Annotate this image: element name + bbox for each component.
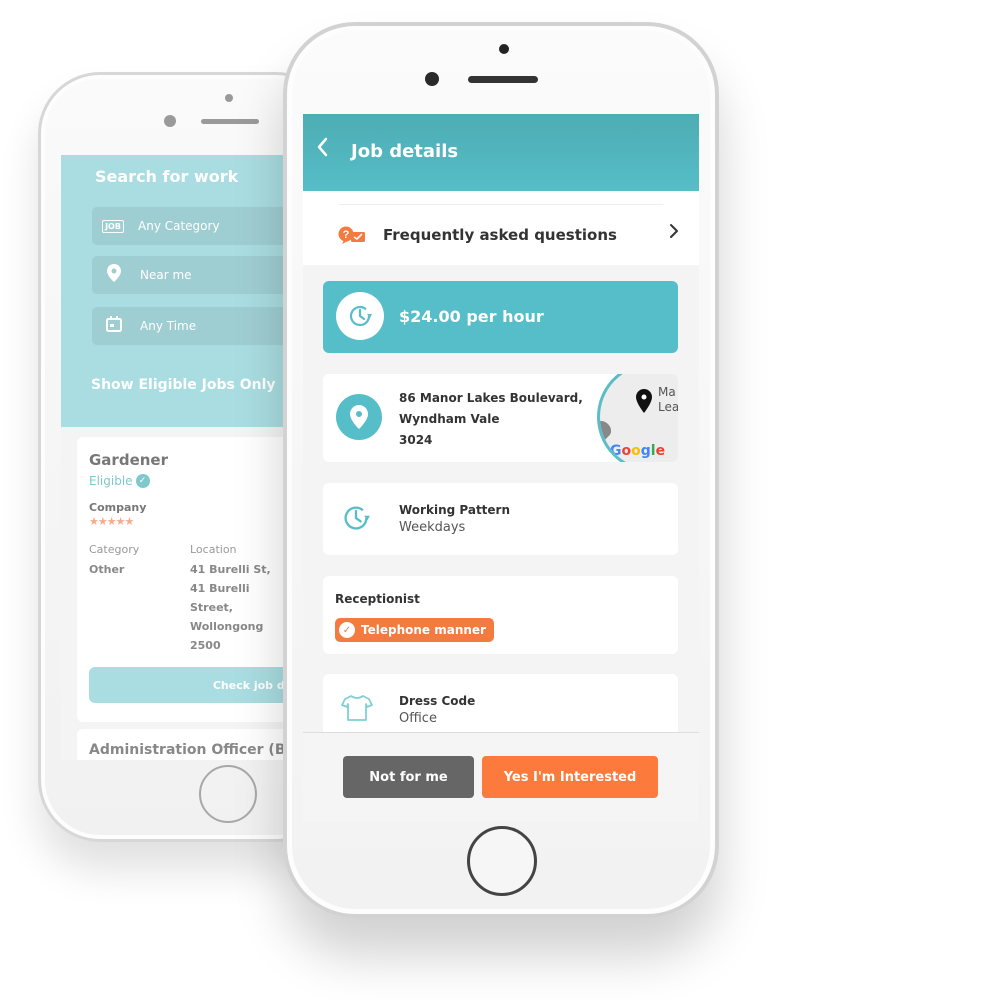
- category-value: Other: [89, 563, 125, 576]
- address-line: 86 Manor Lakes Boulevard,: [399, 391, 583, 405]
- earpiece-speaker: [468, 76, 538, 83]
- job-icon: JOB: [102, 219, 124, 233]
- working-pattern-value: Weekdays: [399, 520, 466, 535]
- job-details-screen: Job details ? Frequently asked questions…: [303, 114, 699, 822]
- search-panel: Search for work JOB Any Category Near me…: [61, 155, 311, 427]
- chevron-left-icon[interactable]: [315, 136, 329, 164]
- location-label: Location: [190, 543, 237, 556]
- faq-icon: ?: [338, 226, 366, 244]
- pay-amount: $24.00 per hour: [399, 307, 544, 326]
- earpiece-speaker: [201, 119, 259, 124]
- home-button[interactable]: [467, 826, 537, 896]
- map-label: Ma Lea: [658, 385, 678, 415]
- job-title: Administration Officer (Band: [89, 742, 311, 758]
- job-card[interactable]: Gardener Eligible ✓ Company ★★★★★ Catego…: [77, 437, 311, 722]
- eligibility-status: Eligible ✓: [89, 474, 150, 488]
- skill-badge: ✓ Telephone manner: [335, 618, 494, 642]
- location-line: Street,: [190, 601, 233, 614]
- svg-text:?: ?: [343, 229, 350, 241]
- location-value: 41 Burelli St, 41 Burelli Street, Wollon…: [190, 560, 271, 655]
- address-card[interactable]: 86 Manor Lakes Boulevard, Wyndham Vale 3…: [323, 374, 678, 462]
- search-screen: Search for work JOB Any Category Near me…: [61, 155, 311, 760]
- address-text: 86 Manor Lakes Boulevard, Wyndham Vale 3…: [399, 388, 583, 451]
- location-line: 41 Burelli: [190, 582, 250, 595]
- front-camera: [425, 72, 439, 86]
- action-footer: Not for me Yes I'm Interested: [303, 732, 699, 822]
- address-line: Wyndham Vale: [399, 412, 500, 426]
- front-phone-device: Job details ? Frequently asked questions…: [283, 22, 719, 918]
- location-line: Wollongong: [190, 620, 264, 633]
- map-label-line: Lea: [658, 400, 678, 414]
- category-value: Any Category: [138, 219, 220, 233]
- skill-label: Telephone manner: [361, 623, 486, 637]
- page-title: Job details: [351, 141, 459, 162]
- working-pattern-title: Working Pattern: [399, 503, 511, 517]
- proximity-sensor: [499, 44, 509, 54]
- job-title: Gardener: [89, 451, 168, 469]
- search-title: Search for work: [95, 167, 239, 186]
- dress-code-value: Office: [399, 711, 437, 726]
- app-header: Job details: [303, 114, 699, 191]
- star-rating: ★★★★★: [89, 515, 134, 528]
- skills-card: Receptionist ✓ Telephone manner: [323, 576, 678, 654]
- map-thumbnail[interactable]: Ma Lea Google: [597, 374, 678, 462]
- not-for-me-button[interactable]: Not for me: [343, 756, 474, 798]
- interested-button[interactable]: Yes I'm Interested: [482, 756, 658, 798]
- divider: [339, 204, 663, 205]
- poi-marker: [600, 417, 615, 441]
- time-value: Any Time: [140, 319, 197, 333]
- working-pattern-card: Working Pattern Weekdays: [323, 483, 678, 555]
- eligibility-label: Eligible: [89, 474, 133, 488]
- map-pin-icon: [636, 389, 652, 417]
- map-label-line: Ma: [658, 385, 676, 399]
- faq-label: Frequently asked questions: [383, 226, 617, 244]
- job-card[interactable]: Administration Officer (Band: [77, 729, 311, 760]
- calendar-icon: [102, 316, 126, 336]
- home-button[interactable]: [199, 765, 257, 823]
- tshirt-icon: [341, 694, 373, 726]
- show-eligible-jobs-toggle[interactable]: Show Eligible Jobs Only: [91, 377, 276, 393]
- company-label: Company: [89, 501, 147, 514]
- dress-code-title: Dress Code: [399, 694, 476, 708]
- category-label: Category: [89, 543, 140, 556]
- clock-icon: [336, 292, 384, 340]
- faq-row[interactable]: ? Frequently asked questions: [303, 191, 699, 265]
- time-field[interactable]: Any Time: [92, 307, 311, 345]
- address-line: 3024: [399, 433, 433, 447]
- location-pin-icon: [336, 394, 382, 440]
- location-field[interactable]: Near me: [92, 256, 311, 294]
- location-line: 41 Burelli St,: [190, 563, 271, 576]
- location-line: 2500: [190, 639, 221, 652]
- pay-rate-card: $24.00 per hour: [323, 281, 678, 353]
- front-camera: [164, 115, 176, 127]
- check-circle-icon: ✓: [135, 474, 150, 488]
- google-logo: Google: [610, 443, 666, 459]
- location-value: Near me: [140, 268, 192, 282]
- proximity-sensor: [225, 94, 233, 102]
- chevron-right-icon: [669, 223, 679, 244]
- location-pin-icon: [102, 264, 126, 286]
- role-title: Receptionist: [335, 592, 420, 606]
- category-field[interactable]: JOB Any Category: [92, 207, 311, 245]
- check-circle-icon: ✓: [339, 622, 355, 638]
- check-job-details-button[interactable]: Check job details: [89, 667, 311, 703]
- clock-icon: [341, 503, 371, 537]
